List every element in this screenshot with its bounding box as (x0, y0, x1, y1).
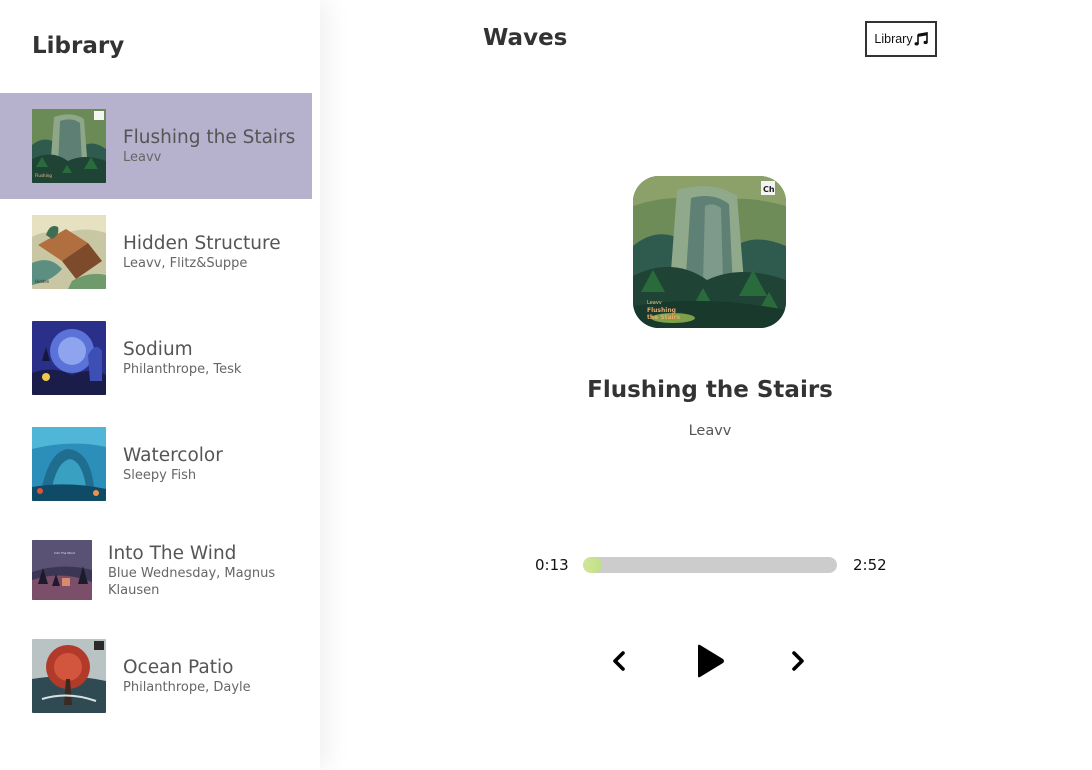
song-artist: Blue Wednesday, Magnus Klausen (108, 565, 276, 598)
song-item-hidden-structure[interactable]: Hidden Hidden Structure Leavv, Flitz&Sup… (0, 199, 312, 305)
svg-text:Flushing: Flushing (647, 307, 676, 314)
album-cover (32, 427, 106, 501)
song-artist: Leavv (123, 150, 162, 165)
svg-text:Ch: Ch (763, 185, 775, 194)
song-artist: Leavv, Flitz&Suppe (123, 256, 248, 271)
total-time: 2:52 (853, 556, 887, 574)
progress-slider[interactable] (583, 557, 837, 573)
album-cover: Flushing (32, 109, 106, 183)
player-main: Waves Library Ch Leavv Flushing the Stai… (320, 0, 1092, 770)
library-title: Library (32, 33, 125, 59)
song-item-sodium[interactable]: Sodium Philanthrope, Tesk (0, 305, 312, 411)
previous-button[interactable] (611, 650, 627, 672)
app-title: Waves (483, 25, 568, 51)
song-list: Flushing Flushing the Stairs Leavv Hidde (0, 93, 312, 729)
album-cover (32, 321, 106, 395)
song-name: Ocean Patio (123, 657, 234, 678)
play-icon (694, 643, 726, 679)
song-name: Into The Wind (108, 542, 237, 564)
svg-text:Flushing: Flushing (35, 173, 52, 178)
progress-fill (583, 557, 603, 573)
song-artist: Sleepy Fish (123, 468, 197, 483)
album-cover: Into The Wind (32, 540, 92, 600)
song-item-into-the-wind[interactable]: Into The Wind Into The Wind Blue Wednesd… (0, 517, 312, 623)
svg-text:Into The Wind: Into The Wind (54, 551, 75, 555)
current-time: 0:13 (535, 556, 569, 574)
library-button-label: Library (874, 32, 913, 46)
album-cover (32, 639, 106, 713)
track-artist: Leavv (688, 423, 732, 439)
song-item-ocean-patio[interactable]: Ocean Patio Philanthrope, Dayle (0, 623, 312, 729)
next-button[interactable] (790, 650, 806, 672)
svg-text:the Stairs: the Stairs (647, 314, 681, 321)
song-artist: Philanthrope, Tesk (123, 362, 242, 377)
next-icon (790, 650, 806, 672)
song-artist: Philanthrope, Dayle (123, 680, 251, 695)
svg-text:Hidden: Hidden (35, 279, 50, 284)
now-playing-cover: Ch Leavv Flushing the Stairs (633, 176, 786, 328)
track-title: Flushing the Stairs (587, 377, 833, 403)
music-note-icon (914, 32, 928, 46)
album-cover: Hidden (32, 215, 106, 289)
song-item-watercolor[interactable]: Watercolor Sleepy Fish (0, 411, 312, 517)
play-button[interactable] (694, 643, 726, 679)
song-name: Watercolor (123, 445, 223, 466)
song-name: Flushing the Stairs (123, 127, 296, 148)
song-name: Sodium (123, 339, 193, 360)
song-name: Hidden Structure (123, 233, 281, 254)
prev-icon (611, 650, 627, 672)
library-sidebar: Library Flushing Flushing the Stairs Lea… (0, 0, 320, 770)
song-item-flushing-the-stairs[interactable]: Flushing Flushing the Stairs Leavv (0, 93, 312, 199)
svg-text:Leavv: Leavv (647, 300, 662, 306)
library-toggle-button[interactable]: Library (865, 21, 937, 57)
